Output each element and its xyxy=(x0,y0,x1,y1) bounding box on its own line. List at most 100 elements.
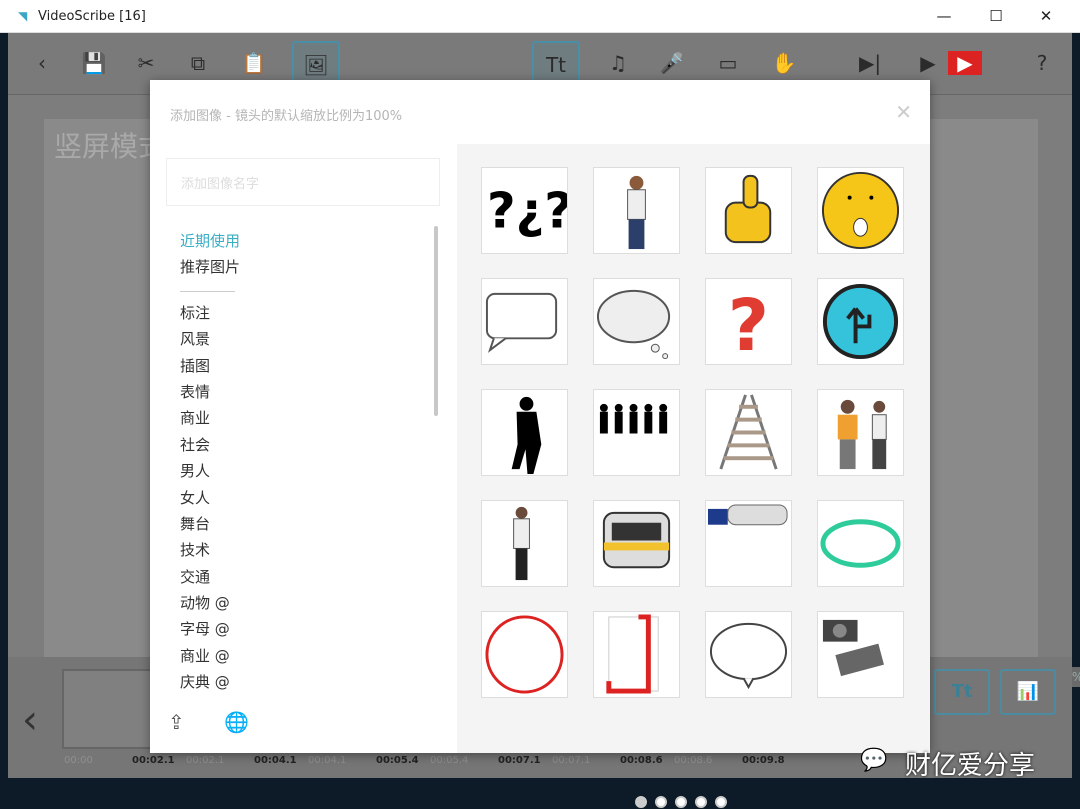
wechat-icon: 💬 xyxy=(860,748,888,773)
page-dot[interactable] xyxy=(675,796,687,808)
thought-cloud-icon xyxy=(596,289,671,360)
category-scrollbar[interactable] xyxy=(434,226,438,416)
mic-button[interactable]: 🎤 xyxy=(648,41,696,85)
upload-icon[interactable]: ⇪ xyxy=(168,710,185,734)
add-chart-button[interactable]: 📊 xyxy=(1000,669,1056,715)
turn-sign-icon xyxy=(822,283,899,360)
image-thumb-red-question-mark[interactable]: ? xyxy=(705,278,792,365)
divider xyxy=(180,290,235,292)
frame-start-time: 00:07.1 xyxy=(552,755,591,766)
play-button[interactable]: ▶ xyxy=(904,41,952,85)
image-thumb-question-marks[interactable]: ?¿? xyxy=(481,167,568,254)
play-from-button[interactable]: ▶| xyxy=(846,41,894,85)
image-thumb-speech-bubble[interactable] xyxy=(481,278,568,365)
train-icon xyxy=(602,511,671,569)
surprised-face-icon xyxy=(821,171,900,250)
thumbs-up-icon xyxy=(724,174,772,244)
category-item[interactable]: 表情 xyxy=(180,379,240,405)
add-text-button[interactable]: Tt xyxy=(934,669,990,715)
category-item[interactable]: 推荐图片 xyxy=(180,254,240,280)
category-item[interactable]: 舞台 xyxy=(180,511,240,537)
image-thumb-green-circle[interactable] xyxy=(817,500,904,587)
red-question-mark-icon: ? xyxy=(728,284,769,364)
image-button[interactable]: 🖼 xyxy=(292,41,340,85)
truck-icon xyxy=(707,504,788,526)
frame-start-time: 00:08.6 xyxy=(674,755,713,766)
save-button[interactable]: 💾 xyxy=(70,41,118,85)
export-button[interactable]: ▶ xyxy=(948,51,982,75)
page-dot[interactable] xyxy=(695,796,707,808)
frame-end-time: 00:08.6 xyxy=(620,755,663,766)
image-search-input[interactable]: 添加图像名字 xyxy=(166,158,440,206)
image-thumb-red-circle[interactable] xyxy=(481,611,568,698)
camera-photos-icon xyxy=(822,619,884,677)
frame-end-time: 00:04.1 xyxy=(254,755,297,766)
copy-button[interactable]: ⧉ xyxy=(174,41,222,85)
question-marks-icon: ?¿? xyxy=(487,181,567,239)
image-thumb-thumbs-up[interactable] xyxy=(705,167,792,254)
page-dot[interactable] xyxy=(715,796,727,808)
page-dot[interactable] xyxy=(635,796,647,808)
category-item[interactable]: 技术 xyxy=(180,537,240,563)
image-thumb-man-standing[interactable] xyxy=(593,167,680,254)
image-thumb-speech-bubble-round[interactable] xyxy=(705,611,792,698)
speech-bubble-round-icon xyxy=(709,622,788,690)
hand-button[interactable]: ✋ xyxy=(760,41,808,85)
category-item[interactable]: 商业 xyxy=(180,405,240,431)
document-button[interactable]: ▭ xyxy=(704,41,752,85)
man-standing-icon xyxy=(627,175,646,250)
minimize-button[interactable]: — xyxy=(920,0,968,33)
cut-button[interactable]: ✂ xyxy=(122,41,170,85)
back-button[interactable]: ‹ xyxy=(18,41,66,85)
svg-text:?: ? xyxy=(728,284,769,364)
category-list: 近期使用 推荐图片标注 风景 插图 表情 商业 社会 男人 女人 舞台 技术 交通 动物 @ 字母 @ 商业… xyxy=(180,228,240,696)
category-item[interactable]: 插图 xyxy=(180,353,240,379)
image-thumb-document[interactable] xyxy=(593,611,680,698)
category-item[interactable]: 字母 @ xyxy=(180,616,240,642)
image-thumb-walking-silhouette[interactable] xyxy=(481,389,568,476)
two-men-icon xyxy=(837,399,887,470)
document-icon xyxy=(606,614,659,694)
dialog-close-icon[interactable]: ✕ xyxy=(895,100,912,124)
image-thumb-camera-photos[interactable] xyxy=(817,611,904,698)
music-button[interactable]: ♫ xyxy=(594,41,642,85)
category-item[interactable]: 风景 xyxy=(180,326,240,352)
frame-start-time: 00:04.1 xyxy=(308,755,347,766)
image-thumb-man-with-phone[interactable] xyxy=(481,500,568,587)
image-thumb-railway-track[interactable] xyxy=(705,389,792,476)
text-button[interactable]: Tt xyxy=(532,41,580,85)
image-thumb-surprised-face[interactable] xyxy=(817,167,904,254)
walking-silhouette-icon xyxy=(511,396,542,475)
image-thumb-two-men[interactable] xyxy=(817,389,904,476)
image-thumb-train[interactable] xyxy=(593,500,680,587)
close-button[interactable]: ✕ xyxy=(1022,0,1070,33)
add-image-dialog: 添加图像 - 镜头的默认缩放比例为100% ✕ 添加图像名字 近期使用 推荐图片标… xyxy=(150,80,930,808)
help-button[interactable]: ? xyxy=(1018,41,1066,85)
image-thumb-turn-sign[interactable] xyxy=(817,278,904,365)
image-thumb-truck[interactable] xyxy=(705,500,792,587)
category-item[interactable]: 庆典 @ xyxy=(180,669,240,695)
railway-track-icon xyxy=(719,394,778,470)
category-item[interactable]: 标注 xyxy=(180,300,240,326)
frame-start-time: 00:00 xyxy=(64,755,93,766)
timeline-prev-icon[interactable]: ‹ xyxy=(22,697,38,743)
category-item[interactable]: 男人 xyxy=(180,458,240,484)
category-item[interactable]: 女人 xyxy=(180,485,240,511)
speech-bubble-icon xyxy=(485,292,558,353)
category-item[interactable]: 交通 xyxy=(180,564,240,590)
image-thumb-thought-cloud[interactable] xyxy=(593,278,680,365)
maximize-button[interactable]: ☐ xyxy=(972,0,1020,33)
page-dot[interactable] xyxy=(655,796,667,808)
paste-button[interactable]: 📋 xyxy=(230,41,278,85)
watermark: 财亿爱分享 xyxy=(905,751,1036,781)
category-item[interactable]: 社会 xyxy=(180,432,240,458)
frame-end-time: 00:02.1 xyxy=(132,755,175,766)
frame-end-time: 00:09.8 xyxy=(742,755,785,766)
image-thumb-crowd-silhouette[interactable] xyxy=(593,389,680,476)
globe-icon[interactable]: 🌐 xyxy=(224,710,249,734)
category-item[interactable]: 近期使用 xyxy=(180,228,240,254)
frame-end-time: 00:07.1 xyxy=(498,755,541,766)
green-circle-icon xyxy=(820,519,901,568)
category-item[interactable]: 动物 @ xyxy=(180,590,240,616)
category-item[interactable]: 商业 @ xyxy=(180,643,240,669)
